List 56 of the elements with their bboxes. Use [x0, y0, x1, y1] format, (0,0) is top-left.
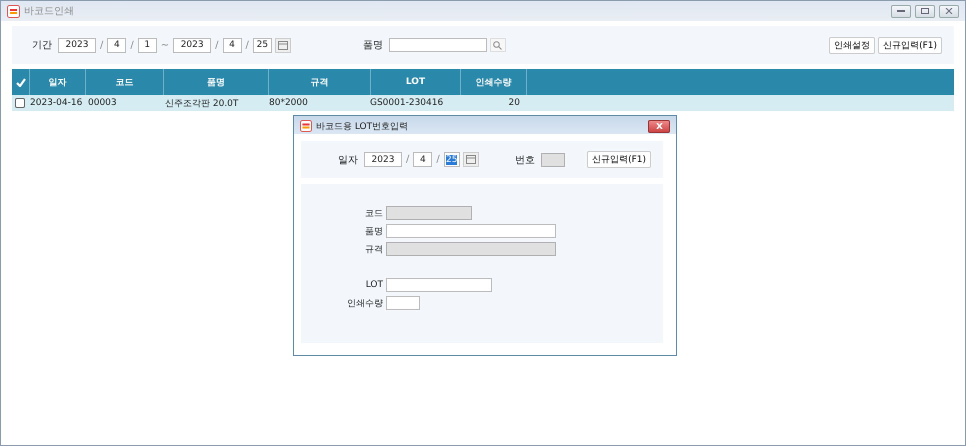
maximize-icon	[921, 8, 929, 14]
date-separator: /	[129, 40, 135, 50]
close-icon	[656, 123, 662, 129]
date-separator: /	[99, 40, 104, 50]
app-icon	[7, 4, 20, 18]
table-cell-text: 80*2000	[268, 98, 309, 108]
field-label: 규격	[364, 244, 383, 256]
date-separator: /	[244, 40, 250, 50]
table-cell-text: GS0001-230416	[369, 98, 444, 108]
month-field[interactable]: 4	[107, 38, 126, 52]
close-button[interactable]	[648, 120, 670, 132]
app-icon	[300, 120, 312, 132]
year-field[interactable]: 2023	[58, 38, 96, 52]
date-label: 일자	[338, 154, 358, 166]
field-label: LOT	[364, 280, 383, 290]
search-icon	[493, 40, 502, 50]
day-field[interactable]: 25	[252, 38, 272, 52]
close-button[interactable]	[939, 4, 959, 18]
field-label: 인쇄수량	[346, 298, 383, 310]
item-label: 품명	[362, 39, 383, 52]
day-field[interactable]: 1	[138, 38, 157, 52]
minimize-button[interactable]	[891, 4, 911, 18]
table-cell-text: 00003	[87, 98, 118, 108]
year-field[interactable]: 2023	[364, 152, 402, 167]
field-label: 코드	[364, 208, 383, 220]
input-field[interactable]	[386, 224, 556, 238]
window-title: 바코드인쇄	[24, 5, 75, 18]
period-label: 기간	[32, 39, 52, 52]
input-field[interactable]	[386, 278, 492, 292]
new-entry-button[interactable]: 신규입력(F1)	[587, 151, 651, 168]
toolbar-button[interactable]: 신규입력(F1)	[878, 36, 942, 54]
month-field[interactable]: 4	[413, 152, 432, 167]
close-icon	[945, 8, 953, 14]
toolbar-button[interactable]: 인쇄설정	[829, 36, 876, 54]
item-name-field[interactable]	[388, 38, 487, 52]
table-cell-text: 2023-04-16	[29, 98, 84, 108]
date-separator: /	[405, 154, 410, 165]
input-field[interactable]	[386, 296, 420, 310]
table-cell-text: 20	[508, 98, 521, 108]
number-label: 번호	[514, 154, 535, 166]
calendar-button[interactable]	[462, 152, 479, 167]
range-separator: ~	[160, 40, 170, 50]
row-checkbox[interactable]	[15, 98, 25, 108]
day-field[interactable]: 25	[444, 152, 460, 167]
number-field[interactable]	[540, 152, 565, 166]
calendar-button[interactable]	[274, 38, 291, 52]
table-cell-text: 신주조각판 20.0T	[164, 98, 240, 110]
date-separator: /	[214, 40, 220, 50]
search-button[interactable]	[490, 38, 506, 52]
year-field[interactable]: 2023	[173, 38, 212, 52]
month-field[interactable]: 4	[222, 38, 242, 52]
date-separator: /	[435, 154, 441, 165]
minimize-icon	[897, 10, 905, 12]
maximize-button[interactable]	[915, 4, 935, 18]
field-label: 품명	[364, 226, 383, 238]
dialog-title: 바코드용 LOT번호입력	[316, 120, 410, 132]
